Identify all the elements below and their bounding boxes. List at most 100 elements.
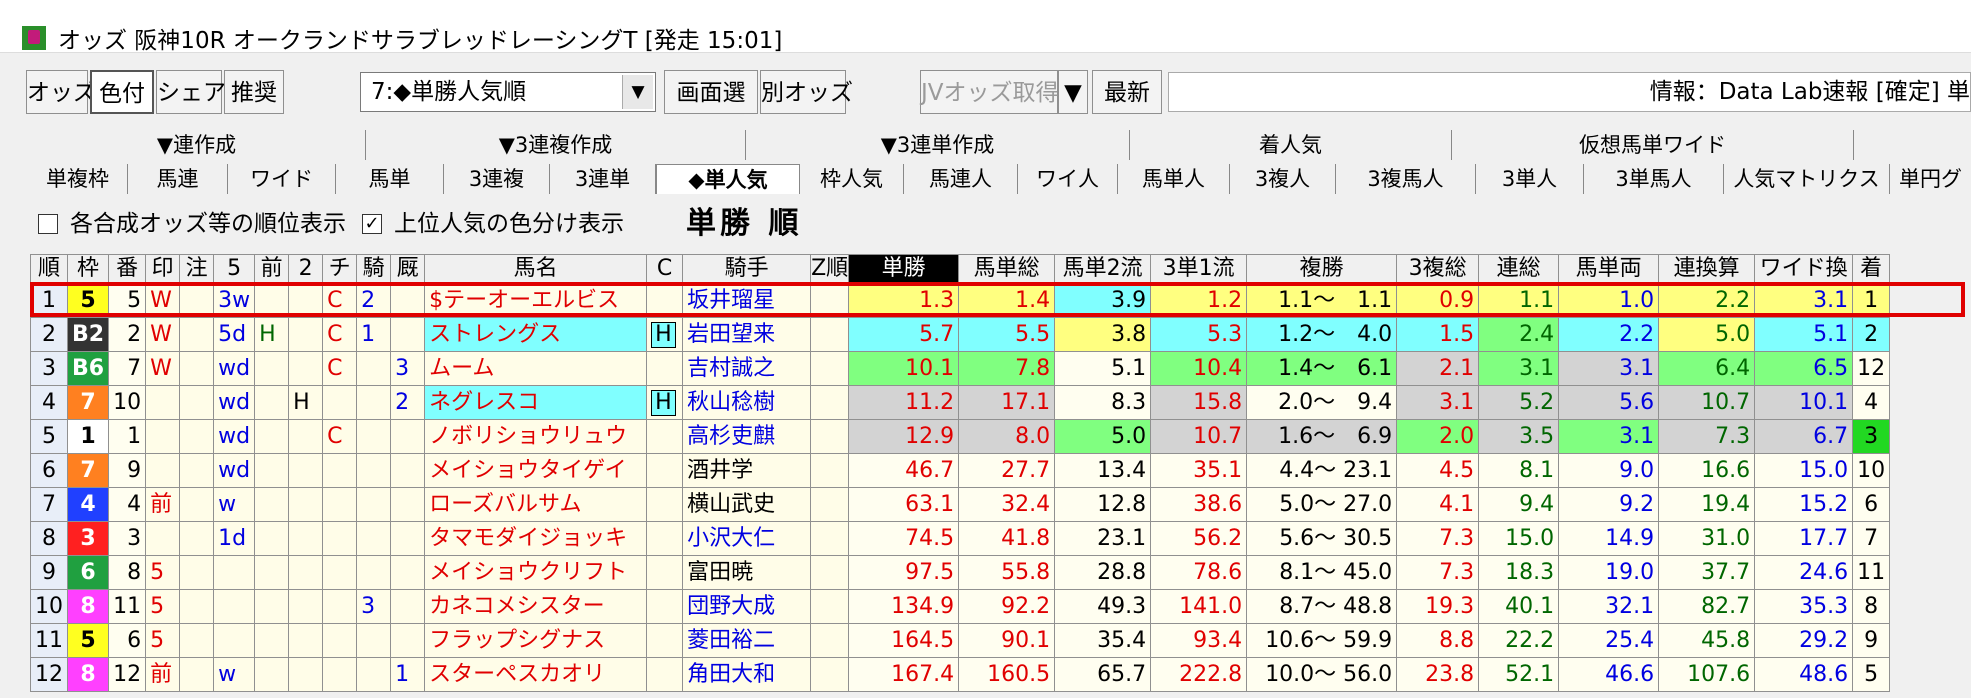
cell-tansho[interactable]: 74.5	[848, 521, 960, 556]
cell-z[interactable]	[810, 283, 850, 318]
cell-z[interactable]	[810, 385, 850, 420]
cell-ren-total[interactable]: 2.4	[1478, 317, 1560, 352]
cell-wide-conv[interactable]: 6.7	[1754, 419, 1854, 454]
cell-chi[interactable]	[322, 555, 358, 590]
cell-f2[interactable]	[288, 657, 324, 692]
cell-kyu[interactable]	[390, 419, 426, 454]
cell-fukusho[interactable]: 1.6～ 6.9	[1246, 419, 1398, 454]
cell-wide-conv[interactable]: 15.2	[1754, 487, 1854, 522]
tab-chaku-ninki[interactable]: 着人気	[1130, 130, 1452, 160]
cell-umatan-total[interactable]: 1.4	[958, 283, 1056, 318]
cell-umatan-both[interactable]: 2.2	[1558, 317, 1660, 352]
cell-f5[interactable]	[213, 589, 256, 624]
cell-umaban[interactable]: 12	[108, 657, 147, 692]
cell-wide-conv[interactable]: 5.1	[1754, 317, 1854, 352]
cell-f2[interactable]	[288, 589, 324, 624]
cell-fukusho[interactable]: 5.0～ 27.0	[1246, 487, 1398, 522]
cell-umaban[interactable]: 7	[108, 351, 147, 386]
recommend-button[interactable]: 推奨	[224, 70, 284, 114]
cell-kyu[interactable]	[390, 283, 426, 318]
cell-ren-total[interactable]: 1.1	[1478, 283, 1560, 318]
cell-umatan-total[interactable]: 27.7	[958, 453, 1056, 488]
cell-waku[interactable]: 3	[66, 521, 110, 556]
cell-umatan-total[interactable]: 55.8	[958, 555, 1056, 590]
cell-chaku[interactable]: 8	[1852, 589, 1891, 624]
cell-umatan-2[interactable]: 35.4	[1054, 623, 1152, 658]
rank-display-checkbox[interactable]	[38, 214, 58, 234]
cell-f5[interactable]: w	[213, 657, 256, 692]
table-row[interactable]: 2 B2 2 W 5d H C 1 ストレングス H 岩田望来 5.7 5.5 3.8 5.3 1.2～ 4.…	[30, 317, 1891, 352]
cell-rank[interactable]: 10	[30, 589, 68, 624]
cell-mark[interactable]: 前	[145, 657, 181, 692]
cell-tansho[interactable]: 46.7	[848, 453, 960, 488]
tab-umatan-ninki[interactable]: 馬単人	[1118, 164, 1230, 194]
cell-fukusho[interactable]: 5.6～ 30.5	[1246, 521, 1398, 556]
cell-tansho[interactable]: 10.1	[848, 351, 960, 386]
cell-ren-total[interactable]: 40.1	[1478, 589, 1560, 624]
cell-f2[interactable]	[288, 521, 324, 556]
cell-note[interactable]	[179, 623, 215, 658]
cell-umatan-2[interactable]: 23.1	[1054, 521, 1152, 556]
cell-f5[interactable]	[213, 623, 256, 658]
cell-note[interactable]	[179, 283, 215, 318]
tab-extra[interactable]	[1854, 130, 1971, 160]
cell-umatan-2[interactable]: 12.8	[1054, 487, 1152, 522]
cell-umaban[interactable]: 11	[108, 589, 147, 624]
cell-fukusho[interactable]: 1.2～ 4.0	[1246, 317, 1398, 352]
col-mark[interactable]: 印	[145, 254, 181, 284]
cell-umaban[interactable]: 5	[108, 283, 147, 318]
cell-jockey[interactable]: 岩田望来	[682, 317, 812, 352]
cell-3fuku-total[interactable]: 4.1	[1396, 487, 1480, 522]
cell-f5[interactable]: 1d	[213, 521, 256, 556]
cell-3fuku-total[interactable]: 1.5	[1396, 317, 1480, 352]
cell-c[interactable]: H	[646, 317, 684, 352]
cell-mark[interactable]	[145, 419, 181, 454]
cell-ren-total[interactable]: 52.1	[1478, 657, 1560, 692]
cell-umatan-both[interactable]: 3.1	[1558, 351, 1660, 386]
cell-jockey[interactable]: 団野大成	[682, 589, 812, 624]
tab-waku-ninki[interactable]: 枠人気	[800, 164, 904, 194]
cell-chaku[interactable]: 6	[1852, 487, 1891, 522]
cell-umatan-total[interactable]: 92.2	[958, 589, 1056, 624]
cell-kyu[interactable]	[390, 623, 426, 658]
cell-kyu[interactable]	[390, 589, 426, 624]
cell-f2[interactable]	[288, 453, 324, 488]
cell-3fuku-total[interactable]: 3.1	[1396, 385, 1480, 420]
cell-chi[interactable]	[322, 657, 358, 692]
cell-horse-name[interactable]: ムーム	[424, 351, 648, 386]
cell-mae[interactable]	[254, 623, 290, 658]
col-umatan-total[interactable]: 馬単総	[958, 254, 1056, 284]
jv-odds-button[interactable]: JVオッズ取得	[920, 70, 1059, 114]
cell-umaban[interactable]: 1	[108, 419, 147, 454]
cell-wide-conv[interactable]: 10.1	[1754, 385, 1854, 420]
latest-button[interactable]: 最新	[1092, 70, 1162, 114]
cell-umatan-both[interactable]: 1.0	[1558, 283, 1660, 318]
col-horse-name[interactable]: 馬名	[424, 254, 648, 284]
cell-3fuku-total[interactable]: 19.3	[1396, 589, 1480, 624]
cell-waku[interactable]: 6	[66, 555, 110, 590]
cell-fukusho[interactable]: 8.1～ 45.0	[1246, 555, 1398, 590]
cell-umaban[interactable]: 8	[108, 555, 147, 590]
cell-waku[interactable]: B6	[66, 351, 110, 386]
cell-z[interactable]	[810, 419, 850, 454]
col-waku[interactable]: 枠	[66, 254, 110, 284]
table-row[interactable]: 4 7 10 wd H 2 ネグレスコ H 秋山稔樹 11.2 17.1 8.3 15.8 2.0～ 9.…	[30, 385, 1891, 420]
col-c[interactable]: C	[646, 254, 684, 284]
cell-ki[interactable]	[356, 623, 392, 658]
jv-dropdown-icon[interactable]: ▼	[1058, 70, 1088, 114]
cell-chi[interactable]: C	[322, 419, 358, 454]
cell-wide-conv[interactable]: 17.7	[1754, 521, 1854, 556]
tab-3rentan-create[interactable]: ▼3連単作成	[746, 130, 1130, 160]
cell-ren-conv[interactable]: 19.4	[1658, 487, 1756, 522]
col-umatan-both[interactable]: 馬単両	[1558, 254, 1660, 284]
col-kyu[interactable]: 厩	[390, 254, 426, 284]
cell-3tan-1[interactable]: 5.3	[1150, 317, 1248, 352]
cell-umatan-total[interactable]: 160.5	[958, 657, 1056, 692]
cell-ki[interactable]	[356, 487, 392, 522]
cell-horse-name[interactable]: ノボリショウリュウ	[424, 419, 648, 454]
cell-waku[interactable]: 7	[66, 453, 110, 488]
cell-3tan-1[interactable]: 38.6	[1150, 487, 1248, 522]
cell-ki[interactable]	[356, 419, 392, 454]
cell-f5[interactable]: 3w	[213, 283, 256, 318]
cell-mark[interactable]	[145, 521, 181, 556]
